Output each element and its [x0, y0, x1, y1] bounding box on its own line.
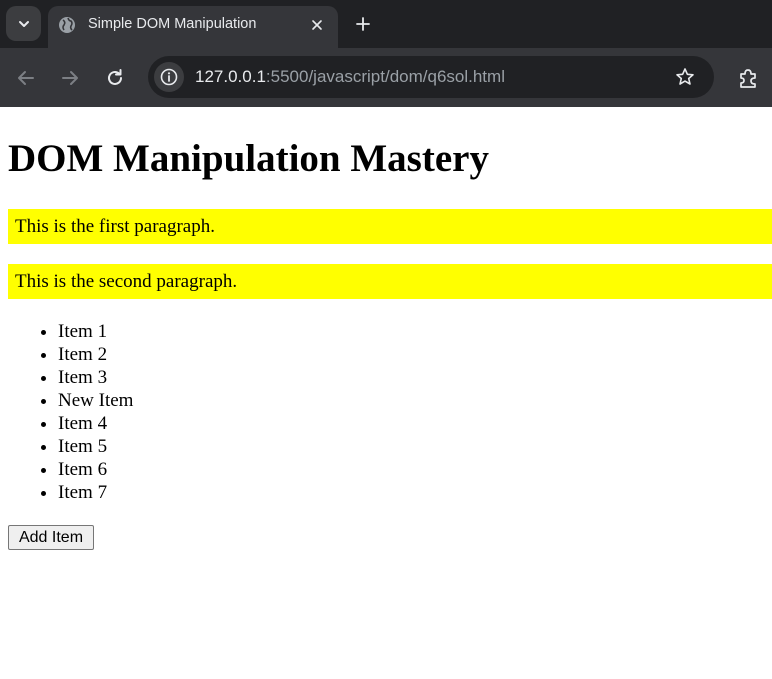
list-item: Item 3	[58, 366, 133, 389]
url-path: :5500/javascript/dom/q6sol.html	[265, 67, 505, 86]
page-heading: DOM Manipulation Mastery	[8, 137, 489, 180]
browser-toolbar: 127.0.0.1:5500/javascript/dom/q6sol.html	[0, 48, 772, 107]
url-text: 127.0.0.1:5500/javascript/dom/q6sol.html	[195, 67, 505, 87]
chevron-down-icon	[18, 20, 29, 27]
plus-icon	[356, 17, 370, 31]
puzzle-icon	[740, 69, 756, 88]
list-item: Item 1	[58, 320, 133, 343]
page-content: DOM Manipulation Mastery This is the fir…	[0, 107, 772, 679]
item-list: Item 1 Item 2 Item 3 New Item Item 4 Ite…	[0, 320, 133, 504]
tab-search-button[interactable]	[6, 6, 41, 41]
first-paragraph: This is the first paragraph.	[8, 209, 772, 244]
forward-button[interactable]	[58, 66, 82, 90]
reload-button[interactable]	[103, 66, 127, 90]
tab-strip: Simple DOM Manipulation	[0, 0, 772, 48]
bookmark-button[interactable]	[674, 66, 696, 88]
extensions-button[interactable]	[736, 66, 760, 90]
list-item: Item 6	[58, 458, 133, 481]
list-item: New Item	[58, 389, 133, 412]
star-icon	[676, 68, 694, 85]
reload-icon	[108, 69, 122, 85]
list-item: Item 7	[58, 481, 133, 504]
arrow-right-icon	[62, 71, 78, 85]
arrow-left-icon	[18, 71, 34, 85]
site-info-button[interactable]	[154, 62, 184, 92]
address-bar[interactable]: 127.0.0.1:5500/javascript/dom/q6sol.html	[148, 56, 714, 98]
list-item: Item 2	[58, 343, 133, 366]
back-button[interactable]	[14, 66, 38, 90]
active-tab[interactable]: Simple DOM Manipulation	[48, 6, 338, 48]
list-item: Item 5	[58, 435, 133, 458]
info-icon	[160, 68, 178, 86]
url-host: 127.0.0.1	[195, 67, 266, 86]
new-tab-button[interactable]	[352, 13, 374, 35]
list-item: Item 4	[58, 412, 133, 435]
add-item-button[interactable]: Add Item	[8, 525, 94, 550]
close-icon	[312, 20, 322, 30]
globe-icon	[59, 17, 75, 33]
tab-title: Simple DOM Manipulation	[88, 16, 257, 32]
tab-close-button[interactable]	[308, 16, 326, 34]
browser-window: Simple DOM Manipulation 127.0.0.1:5500/j…	[0, 0, 772, 679]
second-paragraph: This is the second paragraph.	[8, 264, 772, 299]
